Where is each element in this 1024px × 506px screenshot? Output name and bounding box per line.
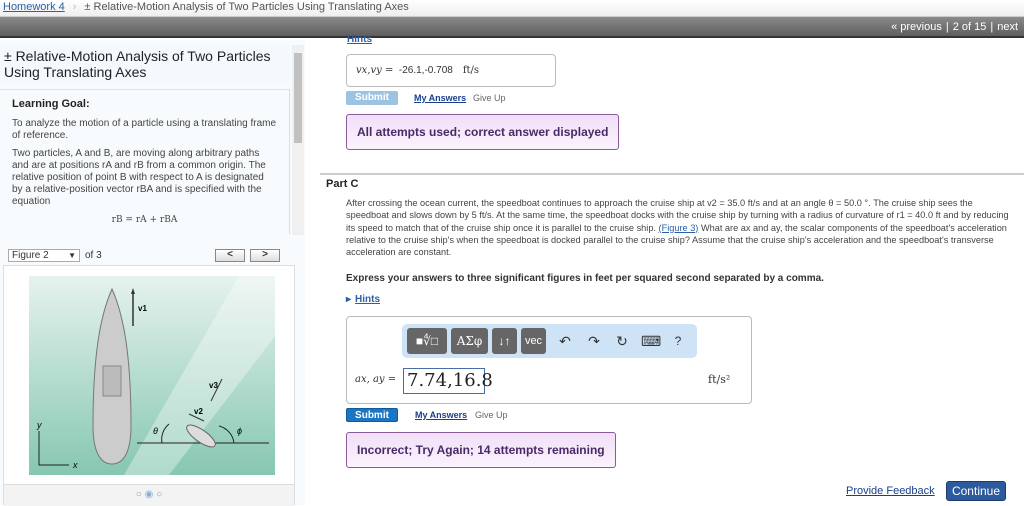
breadcrumb-homework-link[interactable]: Homework 4 (3, 1, 65, 13)
problem-title: ± Relative-Motion Analysis of Two Partic… (0, 45, 290, 83)
greek-symbols-button[interactable]: ΑΣφ (451, 328, 488, 354)
part-c-title: Part C (326, 178, 359, 190)
v2-label: v2 (194, 407, 203, 416)
templates-button[interactable]: ■∜□ (407, 328, 447, 354)
provide-feedback-link[interactable]: Provide Feedback (846, 485, 935, 497)
vec-button[interactable]: vec (521, 328, 546, 354)
part-c-answer-input[interactable]: 7.74,16.8 (403, 368, 493, 394)
learning-goal: Learning Goal: To analyze the motion of … (0, 89, 290, 234)
y-axis-label: y (36, 420, 42, 430)
figure-pager: ○ ◉ ○ (4, 484, 294, 506)
figure-nav: Figure 2 ▼ of 3 < > (5, 247, 295, 265)
intro-panel: ± Relative-Motion Analysis of Two Partic… (0, 45, 290, 240)
caret-right-icon: ▸ (346, 294, 352, 305)
figure-dot-3[interactable]: ○ (156, 489, 162, 500)
part-c-unit: ft/s² (708, 373, 731, 386)
equation: rB = rA + rBA (111, 215, 178, 225)
breadcrumb-title: ± Relative-Motion Analysis of Two Partic… (84, 1, 409, 13)
part-b-label: vx,vy = (356, 65, 394, 76)
undo-icon[interactable]: ↶ (556, 328, 574, 354)
item-position: 2 of 15 (952, 21, 987, 33)
redo-icon[interactable]: ↷ (585, 328, 603, 354)
part-c-my-answers-link[interactable]: My Answers (415, 410, 467, 420)
figure-dot-2[interactable]: ◉ (145, 489, 154, 500)
part-b-submit-button[interactable]: Submit (346, 91, 398, 105)
prev-figure-button[interactable]: < (215, 249, 245, 262)
part-b-answer: vx,vy = -26.1,-0.708 ft/s (346, 54, 556, 87)
reset-icon[interactable]: ↻ (613, 328, 631, 354)
scrollbar-thumb[interactable] (294, 53, 302, 143)
nav-bar: « previous | 2 of 15 | next (0, 17, 1024, 38)
part-c-feedback: Incorrect; Try Again; 14 attempts remain… (346, 432, 616, 468)
hints-label: Hints (355, 294, 381, 305)
math-toolbar: ■∜□ ΑΣφ ↓↑ vec ↶ ↷ ↻ ⌨ ? (402, 324, 697, 358)
part-b-my-answers-link[interactable]: My Answers (414, 93, 466, 103)
figure-count: of 3 (85, 250, 102, 261)
part-b-give-up-link[interactable]: Give Up (473, 93, 506, 103)
breadcrumb-separator: › (72, 1, 77, 13)
next-figure-button[interactable]: > (250, 249, 280, 262)
phi-label: ϕ (237, 426, 242, 436)
part-c-answer-editor: ■∜□ ΑΣφ ↓↑ vec ↶ ↷ ↻ ⌨ ? ax, ay = 7.74,1… (346, 316, 752, 404)
part-c-label: ax, ay = (355, 374, 397, 385)
part-b-feedback: All attempts used; correct answer displa… (346, 114, 620, 150)
previous-link[interactable]: « previous (891, 21, 942, 33)
figure-select[interactable]: Figure 2 ▼ (8, 249, 80, 262)
intro-paragraph: Two particles, A and B, are moving along… (12, 148, 266, 207)
v1-label: v1 (138, 304, 147, 313)
figure-image: v1 v3 v2 θ ϕ y x (29, 276, 275, 475)
part-c-give-up-link[interactable]: Give Up (475, 410, 508, 420)
goal-label: Learning Goal: (12, 98, 90, 110)
left-panel: ± Relative-Motion Analysis of Two Partic… (0, 40, 305, 506)
chevron-down-icon: ▼ (68, 251, 76, 260)
figure-3-link[interactable]: (Figure 3) (659, 223, 699, 233)
help-icon[interactable]: ? (669, 328, 687, 354)
answer-instructions: Express your answers to three significan… (346, 273, 824, 284)
divider (320, 173, 1024, 175)
goal-text: To analyze the motion of a particle usin… (12, 118, 277, 141)
figure-select-value: Figure 2 (12, 250, 49, 261)
part-b-value: -26.1,-0.708 (398, 65, 453, 76)
breadcrumb: Homework 4 › ± Relative-Motion Analysis of… (0, 0, 1024, 17)
theta-label: θ (153, 426, 158, 436)
part-b-unit: ft/s (462, 65, 480, 76)
continue-button[interactable]: Continue (946, 481, 1006, 501)
arrows-button[interactable]: ↓↑ (492, 328, 517, 354)
part-c-submit-button[interactable]: Submit (346, 408, 398, 422)
figure-box: v1 v3 v2 θ ϕ y x ○ ◉ ○ (3, 265, 295, 506)
figure-dot-1[interactable]: ○ (136, 489, 142, 500)
part-b-hints-link[interactable]: Hints (347, 34, 372, 45)
part-c-hints-link[interactable]: ▸ Hints (346, 294, 380, 305)
keyboard-icon[interactable]: ⌨ (641, 328, 661, 354)
x-axis-label: x (72, 460, 78, 470)
v3-label: v3 (209, 381, 218, 390)
next-link[interactable]: next (997, 21, 1018, 33)
intro-scrollbar[interactable] (292, 45, 304, 235)
part-c-question: After crossing the ocean current, the sp… (346, 197, 1018, 258)
